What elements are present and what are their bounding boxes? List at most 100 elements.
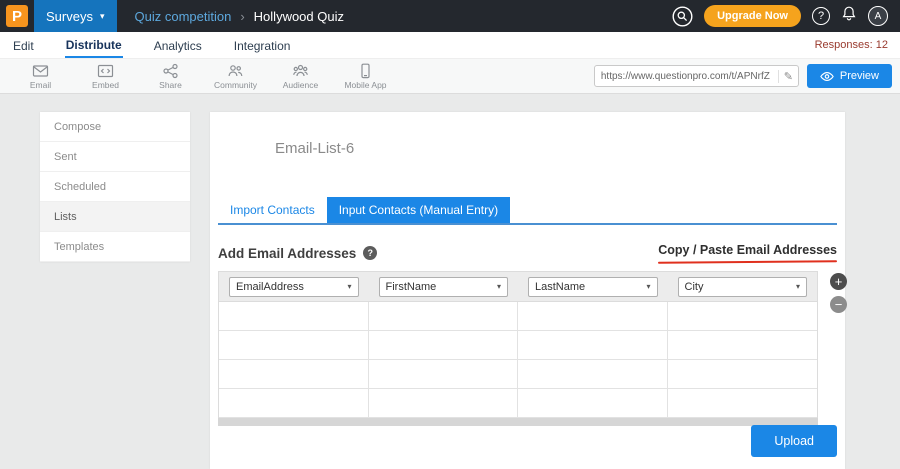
preview-button-label: Preview: [840, 70, 879, 82]
channel-label: Embed: [92, 80, 119, 90]
list-detail-card: Email-List-6 Import Contacts Input Conta…: [210, 112, 845, 469]
table-header-cell: LastName ▾: [518, 277, 668, 297]
channel-label: Community: [214, 80, 257, 90]
url-area: ✎ Preview: [594, 64, 892, 88]
tab-distribute[interactable]: Distribute: [65, 33, 123, 58]
chevron-down-icon: ▾: [347, 282, 351, 291]
table-row: [219, 360, 817, 389]
column-select-value: City: [685, 281, 704, 293]
tab-edit[interactable]: Edit: [12, 34, 35, 57]
email-icon: [32, 63, 49, 79]
table-cell[interactable]: [369, 389, 519, 417]
column-select-firstname[interactable]: FirstName ▾: [379, 277, 509, 297]
table-header-cell: EmailAddress ▾: [219, 277, 369, 297]
upgrade-now-button[interactable]: Upgrade Now: [704, 5, 801, 27]
chevron-down-icon: ▾: [796, 282, 800, 291]
breadcrumb-separator-icon: ›: [240, 9, 244, 24]
breadcrumb-parent-link[interactable]: Quiz competition: [135, 9, 232, 24]
table-cell[interactable]: [668, 302, 818, 330]
edit-url-pencil-icon[interactable]: ✎: [778, 70, 798, 83]
section-header: Add Email Addresses ? Copy / Paste Email…: [218, 243, 837, 263]
table-cell[interactable]: [369, 360, 519, 388]
channel-audience[interactable]: Audience: [268, 63, 333, 90]
table-cell[interactable]: [518, 302, 668, 330]
surveys-menu-label: Surveys: [46, 9, 93, 24]
channel-label: Audience: [283, 80, 318, 90]
tab-analytics[interactable]: Analytics: [153, 34, 203, 57]
column-select-lastname[interactable]: LastName ▾: [528, 277, 658, 297]
questionpro-logo[interactable]: P: [6, 5, 28, 27]
column-select-emailaddress[interactable]: EmailAddress ▾: [229, 277, 359, 297]
table-cell[interactable]: [369, 302, 519, 330]
survey-url-box: ✎: [594, 65, 799, 87]
table-cell[interactable]: [668, 389, 818, 417]
channel-embed[interactable]: Embed: [73, 63, 138, 90]
channel-email[interactable]: Email: [8, 63, 73, 90]
table-cell[interactable]: [219, 360, 369, 388]
community-icon: [227, 63, 244, 79]
table-header-cell: City ▾: [668, 277, 818, 297]
topbar: P Surveys ▾ Quiz competition › Hollywood…: [0, 0, 900, 32]
notifications-button[interactable]: [841, 5, 857, 27]
preview-button[interactable]: Preview: [807, 64, 892, 88]
sidebar-item-sent[interactable]: Sent: [40, 142, 190, 172]
menubar: Edit Distribute Analytics Integration Re…: [0, 32, 900, 58]
remove-row-button[interactable]: −: [830, 296, 847, 313]
help-button[interactable]: ?: [812, 7, 830, 25]
copy-paste-link[interactable]: Copy / Paste Email Addresses: [658, 243, 837, 263]
main-area: Compose Sent Scheduled Lists Templates E…: [0, 94, 900, 469]
sidebar-item-compose[interactable]: Compose: [40, 112, 190, 142]
sidebar-item-lists[interactable]: Lists: [40, 202, 190, 232]
help-icon[interactable]: ?: [363, 246, 377, 260]
distribute-toolbar: Email Embed Share Community Audience: [0, 58, 900, 94]
table-header-cell: FirstName ▾: [369, 277, 519, 297]
mobile-app-icon: [357, 63, 374, 79]
contacts-table: EmailAddress ▾ FirstName ▾ LastName: [218, 271, 818, 418]
upload-button[interactable]: Upload: [751, 425, 837, 457]
table-row: [219, 302, 817, 331]
surveys-menu[interactable]: Surveys ▾: [34, 0, 117, 32]
channel-label: Share: [159, 80, 182, 90]
table-cell[interactable]: [668, 331, 818, 359]
survey-url-input[interactable]: [595, 71, 778, 82]
bell-icon: [841, 5, 857, 22]
add-row-button[interactable]: +: [830, 273, 847, 290]
topbar-actions: Upgrade Now ? A: [672, 5, 888, 27]
table-cell[interactable]: [518, 331, 668, 359]
contacts-table-wrap: EmailAddress ▾ FirstName ▾ LastName: [218, 271, 837, 426]
horizontal-scrollbar[interactable]: [218, 418, 818, 426]
table-cell[interactable]: [668, 360, 818, 388]
table-cell[interactable]: [369, 331, 519, 359]
contacts-tabs: Import Contacts Input Contacts (Manual E…: [218, 197, 837, 225]
breadcrumb: Quiz competition › Hollywood Quiz: [135, 9, 345, 24]
eye-icon: [820, 71, 834, 82]
sidebar-item-templates[interactable]: Templates: [40, 232, 190, 262]
table-cell[interactable]: [219, 331, 369, 359]
table-cell[interactable]: [518, 360, 668, 388]
sidebar-item-scheduled[interactable]: Scheduled: [40, 172, 190, 202]
table-row: [219, 389, 817, 418]
channel-mobile-app[interactable]: Mobile App: [333, 63, 398, 90]
channel-community[interactable]: Community: [203, 63, 268, 90]
column-select-city[interactable]: City ▾: [678, 277, 808, 297]
tab-integration[interactable]: Integration: [233, 34, 292, 57]
table-cell[interactable]: [219, 389, 369, 417]
email-list-title: Email-List-6: [275, 140, 845, 157]
table-header-row: EmailAddress ▾ FirstName ▾ LastName: [219, 272, 817, 302]
copy-paste-link-label: Copy / Paste Email Addresses: [658, 243, 837, 257]
tab-import-contacts[interactable]: Import Contacts: [218, 197, 327, 223]
table-cell[interactable]: [219, 302, 369, 330]
table-cell[interactable]: [518, 389, 668, 417]
search-button[interactable]: [672, 6, 693, 27]
channel-share[interactable]: Share: [138, 63, 203, 90]
chevron-down-icon: ▾: [497, 282, 501, 291]
embed-icon: [97, 63, 114, 79]
column-select-value: LastName: [535, 281, 585, 293]
responses-count: Responses: 12: [815, 39, 888, 51]
chevron-down-icon: ▾: [646, 282, 650, 291]
avatar[interactable]: A: [868, 6, 888, 26]
column-select-value: FirstName: [386, 281, 437, 293]
channel-label: Email: [30, 80, 51, 90]
chevron-down-icon: ▾: [100, 11, 105, 22]
tab-input-contacts-manual[interactable]: Input Contacts (Manual Entry): [327, 197, 510, 223]
